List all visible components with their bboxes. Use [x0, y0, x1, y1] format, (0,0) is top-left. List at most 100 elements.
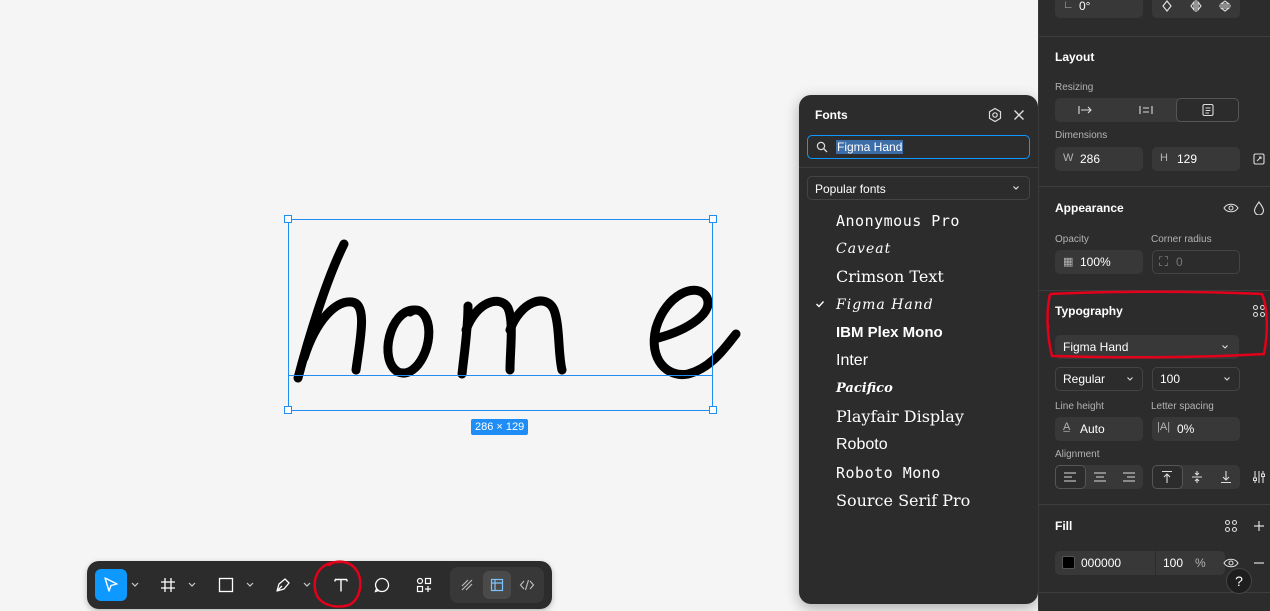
resizing-label: Resizing — [1055, 82, 1094, 93]
comment-tool-button[interactable] — [367, 569, 399, 601]
line-height-icon: A̲ — [1063, 421, 1071, 433]
align-top-button[interactable] — [1152, 465, 1183, 489]
font-category-select[interactable]: Popular fonts — [807, 176, 1030, 200]
move-tool-button[interactable] — [95, 569, 127, 601]
height-value: 129 — [1177, 152, 1198, 166]
resize-handle-bottom-right[interactable] — [709, 406, 717, 414]
font-list-item[interactable]: Playfair Display — [799, 403, 1038, 431]
rotation-field[interactable]: ∟ 0° — [1055, 0, 1143, 18]
text-box-icon — [1202, 103, 1214, 117]
actions-tool-button[interactable] — [408, 569, 440, 601]
letter-spacing-value: 0% — [1177, 422, 1195, 436]
height-field[interactable]: H 129 — [1152, 147, 1240, 171]
type-settings-button[interactable] — [1247, 465, 1270, 489]
font-list-item[interactable]: Figma Hand — [799, 291, 1038, 319]
font-name: Playfair Display — [836, 407, 964, 426]
opacity-field[interactable]: ▦ 100% — [1055, 250, 1143, 274]
blend-mode-button[interactable] — [1247, 196, 1270, 220]
add-fill-button[interactable] — [1247, 514, 1270, 538]
font-list-item[interactable]: IBM Plex Mono — [799, 319, 1038, 347]
resize-handle-top-left[interactable] — [284, 215, 292, 223]
font-list-item[interactable]: Roboto — [799, 431, 1038, 459]
opacity-icon: ▦ — [1063, 256, 1074, 268]
font-list-item[interactable]: Crimson Text — [799, 263, 1038, 291]
fixed-size-option[interactable] — [1176, 98, 1240, 122]
font-category-label: Popular fonts — [815, 182, 886, 196]
resize-icon — [1253, 153, 1265, 165]
fill-color-field[interactable]: 000000 100 % — [1055, 551, 1225, 575]
width-field[interactable]: W 286 — [1055, 147, 1143, 171]
shape-tool-menu[interactable] — [242, 569, 258, 601]
code-icon — [519, 579, 535, 591]
rotate-icon — [1161, 0, 1172, 12]
height-prefix: H — [1160, 152, 1168, 164]
font-size-value: 100 — [1160, 372, 1181, 386]
font-search-input[interactable]: Figma Hand — [807, 135, 1030, 159]
constrain-proportions-button[interactable] — [1247, 147, 1270, 171]
frame-icon — [161, 578, 176, 592]
font-list-item[interactable]: Caveat — [799, 235, 1038, 263]
font-list-item[interactable]: Anonymous Pro — [799, 207, 1038, 235]
auto-width-option[interactable] — [1116, 98, 1177, 122]
fill-color-swatch[interactable] — [1062, 556, 1075, 569]
dimensions-label: Dimensions — [1055, 130, 1108, 141]
letter-spacing-field[interactable]: |A| 0% — [1152, 417, 1240, 441]
pen-tool-button[interactable] — [267, 569, 299, 601]
line-height-value: Auto — [1080, 422, 1105, 436]
close-icon[interactable] — [1011, 107, 1027, 123]
frame-tool-button[interactable] — [152, 569, 184, 601]
size-badge: 286 × 129 — [471, 419, 529, 435]
appearance-section-title: Appearance — [1055, 201, 1124, 215]
font-name: IBM Plex Mono — [836, 324, 943, 341]
resize-handle-top-right[interactable] — [709, 215, 717, 223]
dev-mode-button[interactable] — [513, 571, 541, 599]
mode-switcher — [449, 567, 544, 603]
help-button[interactable]: ? — [1226, 568, 1252, 594]
arrow-right-bar-icon — [1078, 106, 1093, 114]
font-list-item[interactable]: Pacifico — [799, 375, 1038, 403]
draw-mode-button[interactable] — [453, 571, 481, 599]
font-name: Source Serif Pro — [836, 491, 971, 510]
fill-styles-button[interactable] — [1219, 514, 1243, 538]
font-list-item[interactable]: Inter — [799, 347, 1038, 375]
line-height-label: Line height — [1055, 401, 1104, 412]
font-name: Inter — [836, 352, 869, 369]
toggle-visibility-button[interactable] — [1219, 196, 1243, 220]
flip-vertical-button[interactable] — [1211, 0, 1240, 18]
font-weight-select[interactable]: Regular — [1055, 367, 1143, 391]
resizing-segmented-control — [1055, 98, 1240, 122]
shape-tool-button[interactable] — [210, 569, 242, 601]
align-center-button[interactable] — [1086, 465, 1115, 489]
align-middle-button[interactable] — [1183, 465, 1212, 489]
settings-icon[interactable] — [987, 107, 1003, 123]
font-search-value: Figma Hand — [836, 140, 904, 154]
resize-handle-bottom-left[interactable] — [284, 406, 292, 414]
line-height-field[interactable]: A̲ Auto — [1055, 417, 1143, 441]
align-center-bars-icon — [1139, 106, 1153, 114]
font-size-field[interactable]: 100 — [1152, 367, 1240, 391]
move-tool-menu[interactable] — [127, 569, 143, 601]
align-right-button[interactable] — [1114, 465, 1143, 489]
layout-section-title: Layout — [1055, 50, 1095, 64]
corner-radius-label: Corner radius — [1151, 234, 1212, 245]
font-name: Roboto Mono — [836, 464, 941, 482]
rectangle-icon — [218, 577, 233, 593]
frame-tool-menu[interactable] — [184, 569, 200, 601]
corner-radius-field[interactable]: ⛶ 0 — [1152, 250, 1240, 274]
opacity-label: Opacity — [1055, 234, 1089, 245]
font-list-item[interactable]: Roboto Mono — [799, 459, 1038, 487]
fixed-width-option[interactable] — [1055, 98, 1116, 122]
angle-icon: ∟ — [1063, 0, 1074, 11]
remove-fill-button[interactable] — [1247, 551, 1270, 575]
align-middle-icon — [1192, 471, 1202, 483]
actions-icon — [416, 577, 432, 593]
font-list-item[interactable]: Source Serif Pro — [799, 487, 1038, 515]
rotate-button[interactable] — [1152, 0, 1181, 18]
chevron-down-icon — [246, 582, 254, 587]
flip-horizontal-button[interactable] — [1181, 0, 1210, 18]
design-mode-button[interactable] — [482, 571, 511, 599]
align-left-button[interactable] — [1055, 465, 1086, 489]
cursor-icon — [104, 577, 118, 592]
fill-section-title: Fill — [1055, 519, 1073, 533]
align-bottom-button[interactable] — [1211, 465, 1240, 489]
